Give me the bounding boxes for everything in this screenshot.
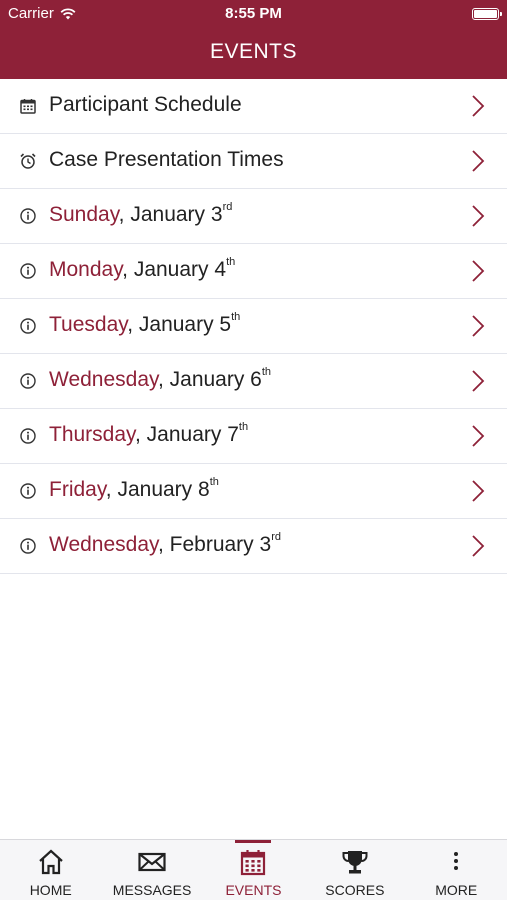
trophy-icon [340,848,370,876]
day-name: Wednesday [49,533,158,556]
tab-bar: HOME MESSAGES EVENTS SCORES MORE [0,839,507,900]
status-time: 8:55 PM [225,5,282,22]
chevron-right-icon [471,204,485,228]
list-item-label: Participant Schedule [49,93,242,116]
day-name: Wednesday [49,368,158,391]
chevron-right-icon [471,94,485,118]
info-icon [19,482,37,500]
list-item-label: Wednesday, February 3rd [49,531,281,557]
calendar-icon [19,97,37,115]
list-item[interactable]: Case Presentation Times [0,134,507,189]
chevron-right-icon [471,424,485,448]
active-tab-indicator [235,840,272,843]
list-item-label: Tuesday, January 5th [49,311,241,337]
calendar-icon [238,848,268,876]
list-item-label: Thursday, January 7th [49,421,249,447]
chevron-right-icon [471,479,485,503]
ordinal-suffix: th [226,256,236,268]
date-text: , January 3 [118,203,223,226]
ordinal-suffix: th [209,476,219,488]
list-item[interactable]: Participant Schedule [0,79,507,134]
day-name: Monday [49,258,123,281]
date-text: , January 8 [105,478,210,501]
alarm-clock-icon [19,152,37,170]
chevron-right-icon [471,149,485,173]
envelope-icon [137,848,167,876]
date-text: , February 3 [157,533,272,556]
tab-messages[interactable]: MESSAGES [101,840,202,900]
chevron-right-icon [471,369,485,393]
home-icon [36,848,66,876]
status-bar: Carrier 8:55 PM [0,0,507,28]
day-name: Friday [49,478,106,501]
day-name: Tuesday [49,313,128,336]
date-text: , January 4 [122,258,227,281]
day-name: Thursday [49,423,135,446]
tab-scores[interactable]: SCORES [304,840,405,900]
list-item[interactable]: Sunday, January 3rd [0,189,507,244]
tab-more[interactable]: MORE [406,840,507,900]
battery-icon [472,8,502,20]
info-icon [19,317,37,335]
tab-home[interactable]: HOME [0,840,101,900]
ordinal-suffix: th [231,311,241,323]
info-icon [19,262,37,280]
day-name: Sunday [49,203,119,226]
ordinal-suffix: rd [271,531,281,543]
list-item[interactable]: Monday, January 4th [0,244,507,299]
ordinal-suffix: th [238,421,249,433]
list-item[interactable]: Wednesday, January 6th [0,354,507,409]
list-item[interactable]: Wednesday, February 3rd [0,519,507,574]
info-icon [19,537,37,555]
list-item-label: Monday, January 4th [49,256,236,282]
chevron-right-icon [471,534,485,558]
list-item[interactable]: Thursday, January 7th [0,409,507,464]
app-header: Carrier 8:55 PM EVENTS [0,0,507,79]
info-icon [19,427,37,445]
list-item-label: Case Presentation Times [49,148,284,171]
tab-label: MORE [435,882,478,898]
list-item-label: Sunday, January 3rd [49,201,233,227]
events-list: Participant Schedule Case Presentation Ti… [0,79,507,574]
ordinal-suffix: rd [222,201,233,213]
info-icon [19,372,37,390]
list-item[interactable]: Tuesday, January 5th [0,299,507,354]
tab-label: EVENTS [225,882,282,898]
tab-label: HOME [29,882,72,898]
list-item[interactable]: Friday, January 8th [0,464,507,519]
tab-label: MESSAGES [112,882,192,898]
date-text: , January 7 [134,423,239,446]
chevron-right-icon [471,259,485,283]
more-dots-icon [441,848,471,876]
list-item-label: Wednesday, January 6th [49,366,272,392]
date-text: , January 6 [157,368,262,391]
info-icon [19,207,37,225]
tab-events[interactable]: EVENTS [203,840,304,900]
tab-label: SCORES [325,882,385,898]
chevron-right-icon [471,314,485,338]
date-text: , January 5 [127,313,232,336]
page-title: EVENTS [209,40,298,63]
list-item-label: Friday, January 8th [49,476,219,502]
ordinal-suffix: th [261,366,272,378]
